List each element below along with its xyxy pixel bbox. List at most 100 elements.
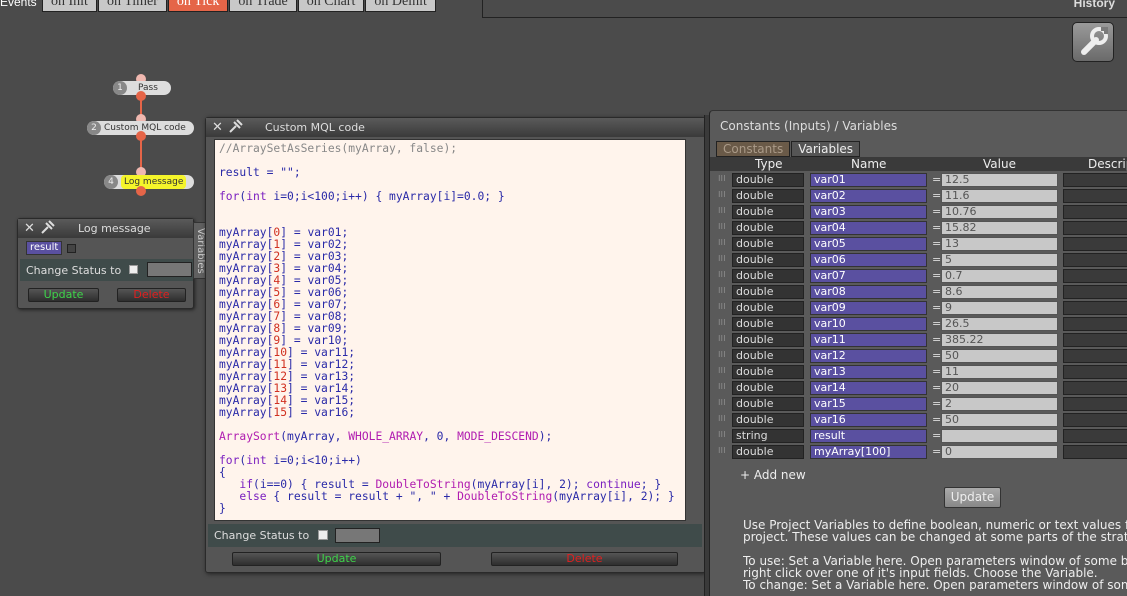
variable-description-input[interactable] bbox=[1063, 381, 1127, 395]
variable-name-input[interactable]: var06 bbox=[810, 253, 927, 267]
window-titlebar[interactable]: ✕ Custom MQL code bbox=[206, 118, 705, 137]
drag-handle-icon[interactable]: ⁝⁝⁝ bbox=[718, 254, 726, 264]
tab-on-trade[interactable]: on Trade bbox=[229, 0, 297, 12]
variable-name-input[interactable]: var04 bbox=[810, 221, 927, 235]
settings-button[interactable] bbox=[1072, 22, 1114, 62]
variable-type-select[interactable]: double bbox=[732, 333, 804, 347]
variable-description-input[interactable] bbox=[1063, 317, 1127, 331]
result-checkbox[interactable] bbox=[67, 244, 76, 253]
change-status-input[interactable] bbox=[147, 262, 192, 277]
drag-handle-icon[interactable]: ⁝⁝⁝ bbox=[718, 190, 726, 200]
drag-handle-icon[interactable]: ⁝⁝⁝ bbox=[718, 286, 726, 296]
history-button[interactable]: History bbox=[1074, 0, 1115, 10]
change-status-checkbox[interactable] bbox=[318, 530, 328, 540]
drag-handle-icon[interactable]: ⁝⁝⁝ bbox=[718, 398, 726, 408]
variable-value-input[interactable]: 15.82 bbox=[941, 221, 1058, 235]
variable-name-input[interactable]: var03 bbox=[810, 205, 927, 219]
variable-value-input[interactable]: 10.76 bbox=[941, 205, 1058, 219]
close-icon[interactable]: ✕ bbox=[24, 219, 35, 238]
close-icon[interactable]: ✕ bbox=[212, 118, 223, 137]
variable-description-input[interactable] bbox=[1063, 413, 1127, 427]
tab-on-chart[interactable]: on Chart bbox=[297, 0, 365, 12]
pin-icon[interactable] bbox=[40, 219, 56, 241]
variable-value-input[interactable]: 26.5 bbox=[941, 317, 1058, 331]
variable-value-input[interactable]: 20 bbox=[941, 381, 1058, 395]
code-editor[interactable]: //ArraySetAsSeries(myArray, false); resul… bbox=[214, 139, 686, 521]
variable-value-input[interactable]: 9 bbox=[941, 301, 1058, 315]
change-status-input[interactable] bbox=[335, 528, 380, 543]
variable-description-input[interactable] bbox=[1063, 397, 1127, 411]
drag-handle-icon[interactable]: ⁝⁝⁝ bbox=[718, 366, 726, 376]
variable-value-input[interactable] bbox=[941, 429, 1058, 443]
variable-description-input[interactable] bbox=[1063, 237, 1127, 251]
variable-type-select[interactable]: double bbox=[732, 237, 804, 251]
variable-description-input[interactable] bbox=[1063, 301, 1127, 315]
update-button[interactable]: Update bbox=[944, 487, 1001, 508]
drag-handle-icon[interactable]: ⁝⁝⁝ bbox=[718, 334, 726, 344]
drag-handle-icon[interactable]: ⁝⁝⁝ bbox=[718, 222, 726, 232]
variable-description-input[interactable] bbox=[1063, 429, 1127, 443]
variable-value-input[interactable]: 5 bbox=[941, 253, 1058, 267]
variable-name-input[interactable]: var05 bbox=[810, 237, 927, 251]
variable-type-select[interactable]: double bbox=[732, 445, 804, 459]
variable-type-select[interactable]: double bbox=[732, 381, 804, 395]
variable-value-input[interactable]: 8.6 bbox=[941, 285, 1058, 299]
drag-handle-icon[interactable]: ⁝⁝⁝ bbox=[718, 174, 726, 184]
variable-description-input[interactable] bbox=[1063, 365, 1127, 379]
variable-type-select[interactable]: double bbox=[732, 189, 804, 203]
variable-name-input[interactable]: var14 bbox=[810, 381, 927, 395]
variable-value-input[interactable]: 13 bbox=[941, 237, 1058, 251]
variable-name-input[interactable]: var10 bbox=[810, 317, 927, 331]
variable-name-input[interactable]: result bbox=[810, 429, 927, 443]
scrollbar[interactable] bbox=[688, 139, 702, 521]
variable-name-input[interactable]: var12 bbox=[810, 349, 927, 363]
update-button[interactable]: Update bbox=[28, 288, 99, 302]
variable-type-select[interactable]: string bbox=[732, 429, 804, 443]
tab-on-tick[interactable]: on Tick bbox=[167, 0, 229, 12]
variable-name-input[interactable]: var11 bbox=[810, 333, 927, 347]
variable-value-input[interactable]: 2 bbox=[941, 397, 1058, 411]
variable-value-input[interactable]: 11 bbox=[941, 365, 1058, 379]
delete-button[interactable]: Delete bbox=[117, 288, 186, 302]
variable-type-select[interactable]: double bbox=[732, 317, 804, 331]
variable-value-input[interactable]: 0.7 bbox=[941, 269, 1058, 283]
variable-type-select[interactable]: double bbox=[732, 349, 804, 363]
variable-description-input[interactable] bbox=[1063, 269, 1127, 283]
node-log-message[interactable]: 4 Log message bbox=[104, 175, 194, 189]
variable-name-input[interactable]: var07 bbox=[810, 269, 927, 283]
change-status-checkbox[interactable] bbox=[129, 265, 138, 274]
variable-value-input[interactable]: 50 bbox=[941, 349, 1058, 363]
drag-handle-icon[interactable]: ⁝⁝⁝ bbox=[718, 270, 726, 280]
variable-type-select[interactable]: double bbox=[732, 205, 804, 219]
variable-description-input[interactable] bbox=[1063, 189, 1127, 203]
variable-name-input[interactable]: var09 bbox=[810, 301, 927, 315]
add-new-link[interactable]: + Add new bbox=[740, 468, 806, 482]
delete-button[interactable]: Delete bbox=[491, 552, 678, 566]
tab-on-timer[interactable]: on Timer bbox=[97, 0, 167, 12]
update-button[interactable]: Update bbox=[232, 552, 441, 566]
drag-handle-icon[interactable]: ⁝⁝⁝ bbox=[718, 318, 726, 328]
variable-type-select[interactable]: double bbox=[732, 285, 804, 299]
variable-description-input[interactable] bbox=[1063, 205, 1127, 219]
variable-name-input[interactable]: var08 bbox=[810, 285, 927, 299]
variable-description-input[interactable] bbox=[1063, 285, 1127, 299]
variable-value-input[interactable]: 385.22 bbox=[941, 333, 1058, 347]
drag-handle-icon[interactable]: ⁝⁝⁝ bbox=[718, 238, 726, 248]
tab-on-deinit[interactable]: on Deinit bbox=[365, 0, 436, 12]
window-titlebar[interactable]: ✕ Log message bbox=[18, 219, 193, 238]
variable-tag-result[interactable]: result bbox=[26, 241, 63, 255]
variable-type-select[interactable]: double bbox=[732, 173, 804, 187]
variable-type-select[interactable]: double bbox=[732, 301, 804, 315]
drag-handle-icon[interactable]: ⁝⁝⁝ bbox=[718, 206, 726, 216]
variable-value-input[interactable]: 0 bbox=[941, 445, 1058, 459]
variable-name-input[interactable]: myArray[100] bbox=[810, 445, 927, 459]
variable-value-input[interactable]: 11.6 bbox=[941, 189, 1058, 203]
variable-type-select[interactable]: double bbox=[732, 269, 804, 283]
tab-variables[interactable]: Variables bbox=[791, 141, 861, 157]
variable-type-select[interactable]: double bbox=[732, 397, 804, 411]
variable-description-input[interactable] bbox=[1063, 445, 1127, 459]
variable-description-input[interactable] bbox=[1063, 253, 1127, 267]
variable-type-select[interactable]: double bbox=[732, 365, 804, 379]
drag-handle-icon[interactable]: ⁝⁝⁝ bbox=[718, 382, 726, 392]
variable-value-input[interactable]: 12.5 bbox=[941, 173, 1058, 187]
